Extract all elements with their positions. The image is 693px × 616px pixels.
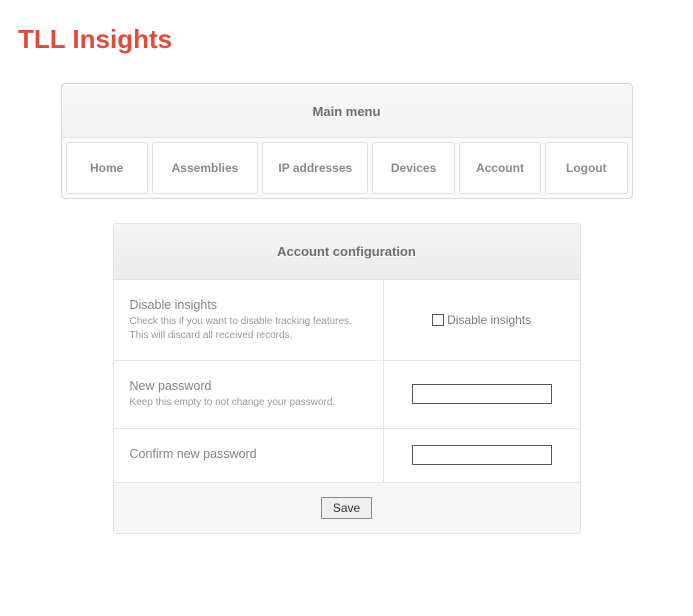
menu-item-logout[interactable]: Logout (545, 142, 627, 194)
menu-item-account[interactable]: Account (459, 142, 541, 194)
confirm-password-label: Confirm new password (130, 447, 367, 461)
account-config-panel: Account configuration Disable insights C… (113, 223, 581, 534)
account-config-header: Account configuration (114, 224, 580, 280)
new-password-label-cell: New password Keep this empty to not chan… (114, 361, 384, 428)
disable-insights-checkbox[interactable] (432, 314, 444, 326)
disable-insights-label-cell: Disable insights Check this if you want … (114, 280, 384, 360)
new-password-label: New password (130, 379, 367, 393)
save-row: Save (114, 483, 580, 533)
new-password-help: Keep this empty to not change your passw… (130, 396, 367, 410)
config-row-confirm-password: Confirm new password (114, 429, 580, 483)
disable-insights-control-cell: Disable insights (384, 280, 580, 360)
disable-insights-help: Check this if you want to disable tracki… (130, 315, 367, 342)
confirm-password-control-cell (384, 429, 580, 482)
menu-item-home[interactable]: Home (66, 142, 148, 194)
main-menu-items: Home Assemblies IP addresses Devices Acc… (62, 137, 632, 198)
confirm-password-label-cell: Confirm new password (114, 429, 384, 482)
menu-item-assemblies[interactable]: Assemblies (152, 142, 258, 194)
config-row-new-password: New password Keep this empty to not chan… (114, 361, 580, 429)
menu-item-devices[interactable]: Devices (372, 142, 454, 194)
disable-insights-label: Disable insights (130, 298, 367, 312)
app-title: TLL Insights (18, 24, 675, 55)
save-button[interactable]: Save (321, 497, 372, 519)
new-password-control-cell (384, 361, 580, 428)
disable-insights-checkbox-wrap[interactable]: Disable insights (432, 313, 531, 327)
config-row-disable-insights: Disable insights Check this if you want … (114, 280, 580, 361)
main-menu-header: Main menu (62, 84, 632, 137)
confirm-password-input[interactable] (412, 445, 552, 465)
disable-insights-checkbox-label: Disable insights (447, 313, 531, 327)
menu-item-ip-addresses[interactable]: IP addresses (262, 142, 368, 194)
new-password-input[interactable] (412, 384, 552, 404)
main-menu-panel: Main menu Home Assemblies IP addresses D… (61, 83, 633, 199)
